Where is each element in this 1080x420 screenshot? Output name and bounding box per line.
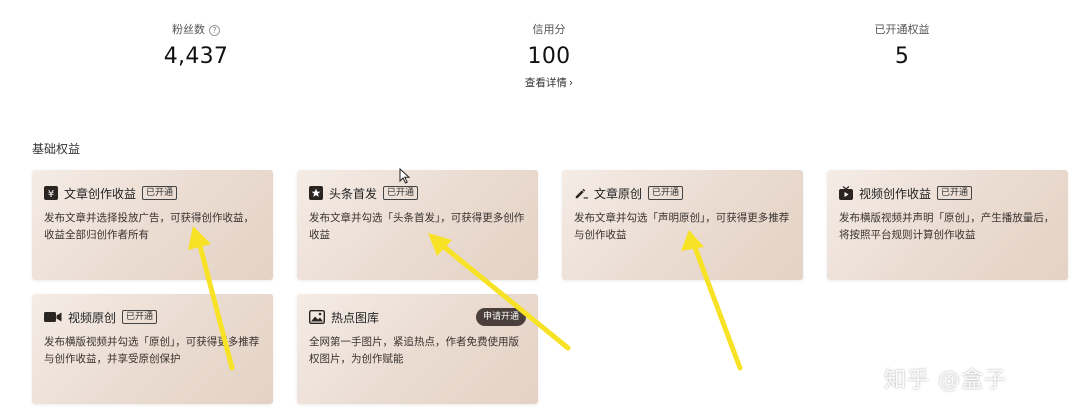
card-description: 发布横版视频并勾选「原创」，可获得更多推荐与创作收益，并享受原创保护 bbox=[44, 336, 260, 365]
view-details-link[interactable]: 查看详情 › bbox=[449, 75, 649, 90]
section-title: 基础权益 bbox=[32, 142, 81, 156]
benefits-page: 粉丝数 ? 4,437 信用分 100 查看详情 › 已开通权益 5 基础权益 ¥ bbox=[0, 0, 1080, 420]
stat-followers-label: 粉丝数 bbox=[172, 23, 205, 36]
mouse-cursor-icon bbox=[399, 168, 411, 184]
card-hot-image-library[interactable]: 热点图库 申请开通 全网第一手图片，紧追热点，作者免费使用版权图片，为创作赋能 bbox=[297, 294, 538, 404]
stat-benefits-label: 已开通权益 bbox=[874, 23, 930, 36]
status-badge: 已开通 bbox=[937, 186, 973, 200]
star-icon bbox=[309, 186, 323, 200]
tv-icon bbox=[839, 186, 853, 200]
status-badge: 已开通 bbox=[122, 310, 158, 324]
card-description: 全网第一手图片，紧追热点，作者免费使用版权图片，为创作赋能 bbox=[309, 336, 519, 365]
card-description: 发布文章并选择投放广告，可获得创作收益，收益全部归创作者所有 bbox=[44, 212, 254, 241]
stat-benefits-value: 5 bbox=[894, 44, 910, 69]
stats-bar: 粉丝数 ? 4,437 信用分 100 查看详情 › 已开通权益 5 bbox=[0, 0, 1080, 110]
status-badge: 已开通 bbox=[648, 186, 684, 200]
svg-text:¥: ¥ bbox=[48, 189, 54, 200]
card-description: 发布横版视频并声明「原创」，产生播放量后，将按照平台规则计算创作收益 bbox=[839, 212, 1055, 241]
card-article-original[interactable]: 文章原创 已开通 发布文章并勾选「声明原创」，可获得更多推荐与创作收益 bbox=[562, 170, 803, 280]
card-video-revenue[interactable]: 视频创作收益 已开通 发布横版视频并声明「原创」，产生播放量后，将按照平台规则计… bbox=[827, 170, 1068, 280]
card-toutiao-first[interactable]: 头条首发 已开通 发布文章并勾选「头条首发」，可获得更多创作收益 bbox=[297, 170, 538, 280]
image-icon bbox=[309, 310, 325, 324]
pen-icon bbox=[574, 186, 588, 200]
status-badge: 已开通 bbox=[383, 186, 419, 200]
card-video-original[interactable]: 视频原创 已开通 发布横版视频并勾选「原创」，可获得更多推荐与创作收益，并享受原… bbox=[32, 294, 273, 404]
card-title: 头条首发 bbox=[329, 186, 378, 201]
stat-credit: 信用分 100 查看详情 › bbox=[449, 18, 649, 90]
card-title: 文章创作收益 bbox=[64, 186, 137, 201]
card-article-revenue[interactable]: ¥ 文章创作收益 已开通 发布文章并选择投放广告，可获得创作收益，收益全部归创作… bbox=[32, 170, 273, 280]
apply-button[interactable]: 申请开通 bbox=[475, 308, 526, 326]
video-camera-icon bbox=[44, 310, 62, 324]
yen-icon: ¥ bbox=[44, 186, 58, 200]
help-icon[interactable]: ? bbox=[209, 24, 220, 36]
stat-credit-label: 信用分 bbox=[532, 23, 566, 36]
card-title: 视频原创 bbox=[68, 310, 117, 325]
card-title: 热点图库 bbox=[331, 310, 380, 325]
status-badge: 已开通 bbox=[142, 186, 178, 200]
stat-benefits: 已开通权益 5 bbox=[802, 18, 1002, 69]
stat-followers-value: 4,437 bbox=[163, 44, 229, 69]
stat-followers: 粉丝数 ? 4,437 bbox=[96, 18, 296, 69]
card-description: 发布文章并勾选「头条首发」，可获得更多创作收益 bbox=[309, 212, 525, 241]
stat-credit-value: 100 bbox=[527, 44, 571, 69]
chevron-right-icon: › bbox=[568, 77, 574, 89]
card-title: 文章原创 bbox=[594, 186, 643, 201]
card-title: 视频创作收益 bbox=[859, 186, 932, 201]
watermark: 知乎 @盒子 bbox=[884, 368, 1007, 393]
card-description: 发布文章并勾选「声明原创」，可获得更多推荐与创作收益 bbox=[574, 212, 790, 241]
